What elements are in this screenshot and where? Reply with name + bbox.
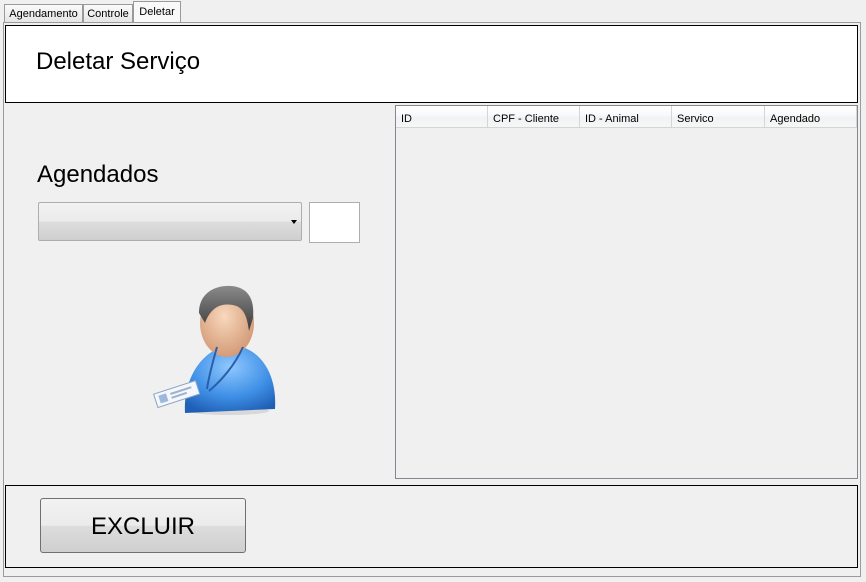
page-title: Deletar Serviço [36,48,201,75]
tab-agendamento[interactable]: Agendamento [4,4,83,22]
header-panel: Deletar Serviço [5,25,858,103]
tab-strip: Agendamento Controle Deletar [0,0,866,24]
excluir-button[interactable]: EXCLUIR [40,498,246,553]
agendados-combobox[interactable] [38,202,302,241]
id-textbox[interactable] [309,202,360,243]
user-with-badge-icon [152,285,276,415]
left-panel: Agendados [5,105,394,479]
chevron-down-icon[interactable] [291,220,297,224]
column-header-id-animal[interactable]: ID - Animal [580,106,672,128]
grid-header: ID CPF - Cliente ID - Animal Servico Age… [396,106,857,128]
column-header-servico[interactable]: Servico [672,106,765,128]
tab-deletar[interactable]: Deletar [133,1,181,23]
agendados-label: Agendados [37,161,159,188]
column-header-id[interactable]: ID [396,106,488,128]
footer-panel: EXCLUIR [5,485,858,568]
column-header-cpf-cliente[interactable]: CPF - Cliente [488,106,580,128]
column-header-agendado[interactable]: Agendado [765,106,857,128]
tab-controle[interactable]: Controle [83,4,133,22]
agendamentos-grid[interactable]: ID CPF - Cliente ID - Animal Servico Age… [395,105,858,479]
